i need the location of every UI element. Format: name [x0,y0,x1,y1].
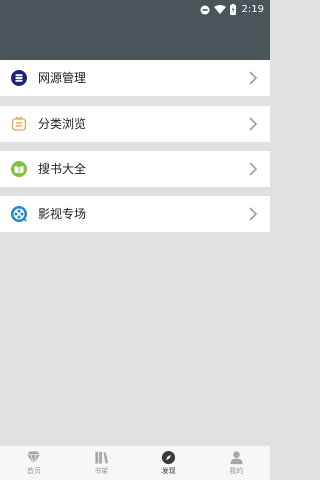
menu-item-label: 影视专场 [38,207,87,221]
wifi-icon [213,4,226,14]
menu-item-label: 搜书大全 [38,162,87,176]
bookshelf-icon [95,451,108,464]
chevron-right-icon [249,162,258,176]
compass-icon [162,450,176,465]
film-reel-icon [11,206,27,222]
category-icon [11,116,27,131]
bottom-navigation: 首页 书架 发现 我的 [0,445,270,480]
database-icon [11,70,27,86]
menu-item-source-management[interactable]: 网源管理 [0,60,270,96]
nav-label: 书架 [94,467,109,475]
status-bar: 2:19 [0,0,270,19]
nav-label: 首页 [26,467,41,475]
status-time: 2:19 [241,4,264,15]
nav-item-home[interactable]: 首页 [0,446,68,480]
chevron-right-icon [249,117,258,131]
book-search-icon [11,161,27,177]
menu-item-book-search[interactable]: 搜书大全 [0,151,270,187]
menu-item-category-browse[interactable]: 分类浏览 [0,106,270,142]
status-icons: 2:19 [200,0,264,19]
nav-item-discover[interactable]: 发现 [135,446,203,480]
nav-item-mine[interactable]: 我的 [203,446,271,480]
menu-item-label: 分类浏览 [38,117,87,131]
person-icon [230,451,243,465]
do-not-disturb-icon [200,5,210,14]
diamond-home-icon [27,451,41,465]
chevron-right-icon [249,71,258,85]
menu-item-film-zone[interactable]: 影视专场 [0,196,270,232]
app-bar [0,19,270,60]
chevron-right-icon [249,207,258,221]
menu-item-label: 网源管理 [38,71,87,85]
nav-label: 发现 [161,467,176,475]
nav-item-bookshelf[interactable]: 书架 [68,446,136,480]
nav-label: 我的 [229,467,244,475]
battery-icon [229,4,236,15]
